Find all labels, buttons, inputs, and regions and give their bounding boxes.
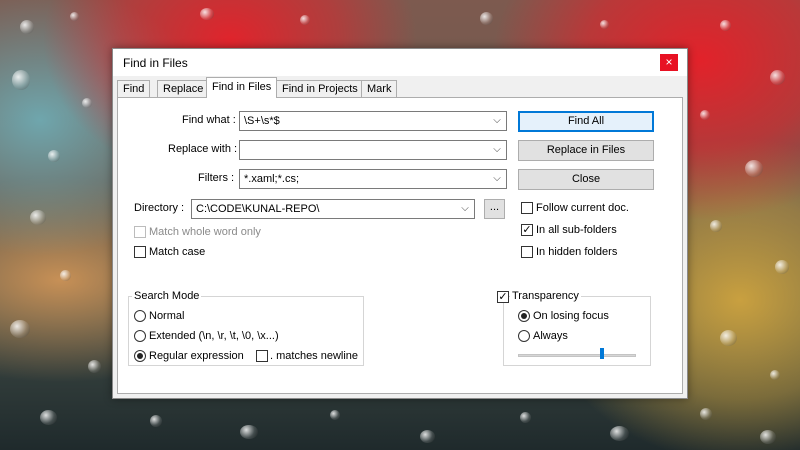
- in-all-subfolders-label: In all sub-folders: [536, 224, 617, 236]
- tab-replace[interactable]: Replace: [157, 80, 210, 98]
- find-what-value: \S+\s*$: [244, 115, 280, 127]
- matches-newline-label: . matches newline: [270, 350, 359, 362]
- replace-with-label: Replace with :: [168, 143, 238, 155]
- on-losing-focus-radio[interactable]: [518, 310, 530, 322]
- normal-radio[interactable]: [134, 310, 146, 322]
- transparency-label: Transparency: [510, 290, 581, 302]
- matches-newline-checkbox[interactable]: [256, 350, 268, 362]
- replace-with-combobox[interactable]: ⌵: [239, 140, 507, 160]
- find-in-files-dialog: Find in Files × Find Replace Find in Fil…: [112, 48, 688, 399]
- match-case-label: Match case: [149, 246, 206, 258]
- transparency-slider-thumb[interactable]: [600, 348, 604, 359]
- follow-current-doc-checkbox[interactable]: [521, 202, 533, 214]
- in-all-subfolders-checkbox[interactable]: ✓: [521, 224, 533, 236]
- extended-label: Extended (\n, \r, \t, \0, \x...): [149, 330, 279, 342]
- find-what-label: Find what :: [182, 114, 236, 126]
- directory-value: C:\CODE\KUNAL-REPO\: [196, 203, 320, 215]
- chevron-down-icon[interactable]: ⌵: [491, 143, 503, 157]
- in-hidden-folders-checkbox[interactable]: [521, 246, 533, 258]
- always-radio[interactable]: [518, 330, 530, 342]
- tab-panel: Find what : \S+\s*$ ⌵ Replace with : ⌵ F…: [117, 97, 683, 394]
- tab-mark[interactable]: Mark: [361, 80, 398, 98]
- close-window-button[interactable]: ×: [660, 54, 678, 71]
- transparency-checkbox[interactable]: ✓: [497, 291, 509, 303]
- match-whole-word-label: Match whole word only: [149, 226, 261, 238]
- browse-directory-button[interactable]: ...: [484, 199, 505, 219]
- find-what-combobox[interactable]: \S+\s*$ ⌵: [239, 111, 507, 131]
- regex-radio[interactable]: [134, 350, 146, 362]
- find-all-button[interactable]: Find All: [518, 111, 654, 132]
- checkmark-icon: ✓: [498, 291, 508, 303]
- directory-label: Directory :: [134, 202, 185, 214]
- regex-label: Regular expression: [149, 350, 244, 362]
- filters-label: Filters :: [198, 172, 235, 184]
- match-case-checkbox[interactable]: [134, 246, 146, 258]
- close-button[interactable]: Close: [518, 169, 654, 190]
- in-hidden-folders-label: In hidden folders: [536, 246, 618, 258]
- tab-find-in-projects[interactable]: Find in Projects: [276, 80, 364, 98]
- transparency-slider-track[interactable]: [518, 354, 636, 357]
- tab-find[interactable]: Find: [117, 80, 151, 98]
- checkmark-icon: ✓: [522, 224, 532, 236]
- dialog-title: Find in Files: [123, 56, 188, 70]
- always-label: Always: [533, 330, 568, 342]
- filters-value: *.xaml;*.cs;: [244, 173, 300, 185]
- search-mode-title: Search Mode: [132, 290, 202, 302]
- on-losing-focus-label: On losing focus: [533, 310, 609, 322]
- filters-combobox[interactable]: *.xaml;*.cs; ⌵: [239, 169, 507, 189]
- replace-in-files-button[interactable]: Replace in Files: [518, 140, 654, 161]
- chevron-down-icon[interactable]: ⌵: [491, 172, 503, 186]
- extended-radio[interactable]: [134, 330, 146, 342]
- chevron-down-icon[interactable]: ⌵: [491, 114, 503, 128]
- match-whole-word-checkbox[interactable]: [134, 226, 146, 238]
- title-bar[interactable]: Find in Files ×: [113, 49, 687, 76]
- directory-combobox[interactable]: C:\CODE\KUNAL-REPO\ ⌵: [191, 199, 475, 219]
- follow-current-doc-label: Follow current doc.: [536, 202, 629, 214]
- tab-find-in-files[interactable]: Find in Files: [206, 77, 278, 98]
- normal-label: Normal: [149, 310, 185, 322]
- close-icon: ×: [665, 55, 673, 69]
- chevron-down-icon[interactable]: ⌵: [459, 202, 471, 216]
